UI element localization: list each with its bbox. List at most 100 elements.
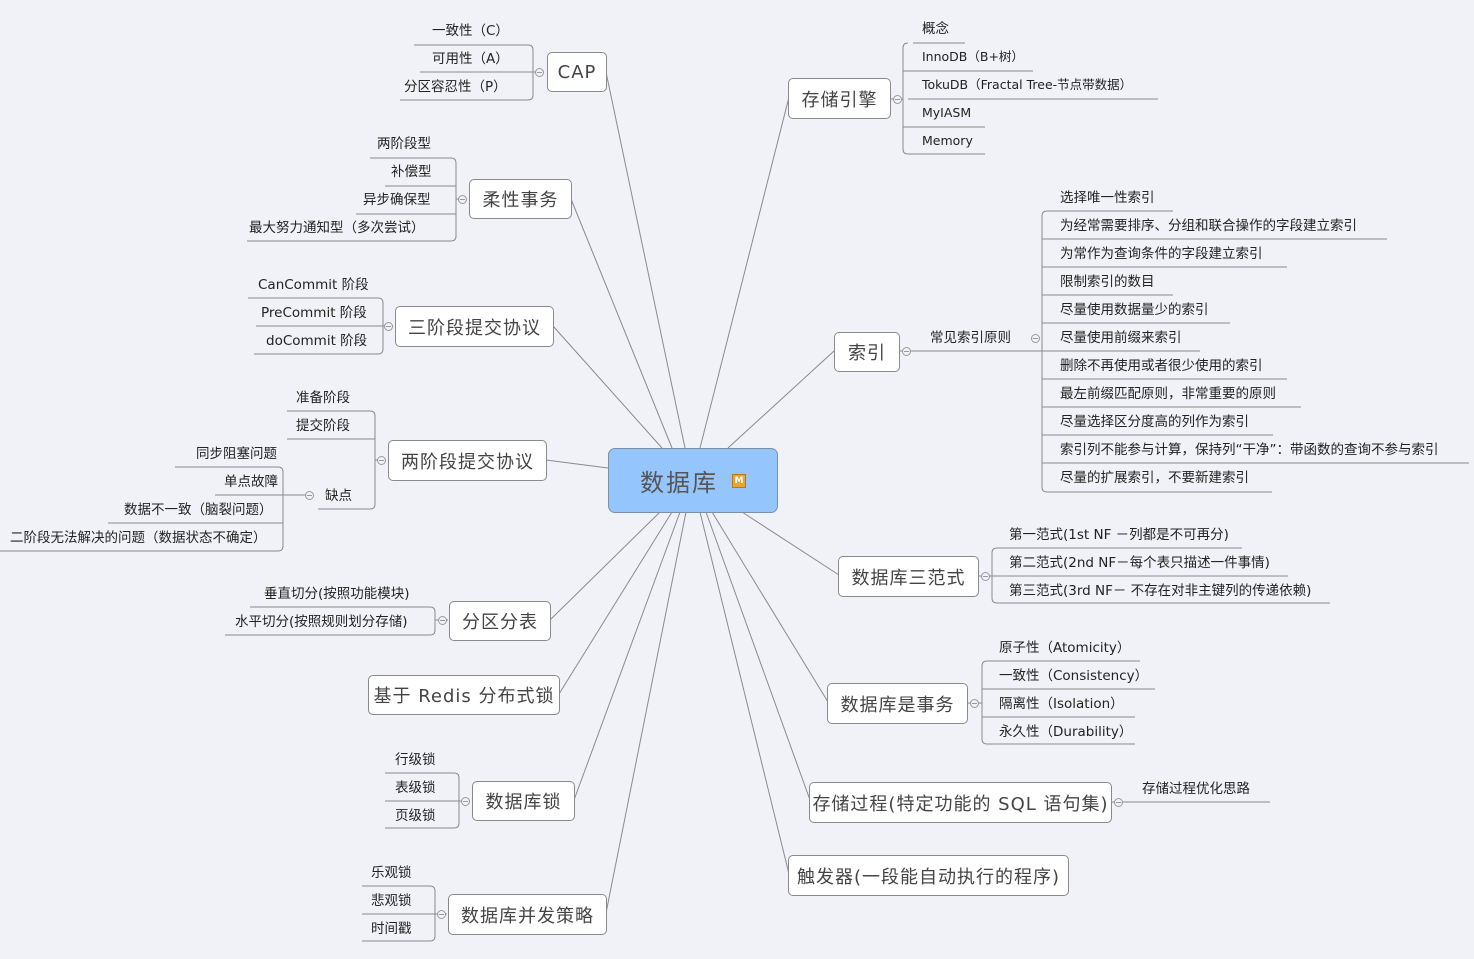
- leaf-item[interactable]: MyIASM: [922, 103, 971, 123]
- collapse-toggle-icon[interactable]: [305, 491, 314, 500]
- topic-db-transaction[interactable]: 数据库是事务: [827, 683, 968, 724]
- topic-trigger[interactable]: 触发器(一段能自动执行的程序): [788, 855, 1069, 896]
- topic-label: CAP: [557, 61, 597, 83]
- leaf-item[interactable]: 一致性（C）: [432, 21, 509, 41]
- leaf-item[interactable]: 时间戳: [371, 919, 412, 939]
- collapse-toggle-icon[interactable]: [981, 572, 990, 581]
- leaf-item[interactable]: 最左前缀匹配原则，非常重要的原则: [1060, 384, 1276, 404]
- leaf-item[interactable]: 可用性（A）: [432, 49, 509, 69]
- topic-redis-lock[interactable]: 基于 Redis 分布式锁: [368, 675, 560, 715]
- leaf-item[interactable]: TokuDB（Fractal Tree-节点带数据）: [922, 75, 1132, 95]
- connector: [605, 511, 687, 914]
- topic-two-phase-commit[interactable]: 两阶段提交协议: [388, 440, 547, 481]
- leaf-item[interactable]: 永久性（Durability）: [999, 722, 1132, 742]
- leaf-item[interactable]: 准备阶段: [296, 388, 350, 408]
- collapse-toggle-icon[interactable]: [384, 322, 393, 331]
- leaf-item[interactable]: InnoDB（B+树）: [922, 47, 1024, 67]
- leaf-item[interactable]: 第一范式(1st NF －列都是不可再分): [1009, 525, 1229, 545]
- leaf-item[interactable]: 第三范式(3rd NF－ 不存在对非主键列的传递依赖): [1009, 581, 1311, 601]
- leaf-item[interactable]: 尽量的扩展索引，不要新建索引: [1060, 468, 1249, 488]
- connector: [705, 511, 811, 801]
- leaf-item[interactable]: 尽量选择区分度高的列作为索引: [1060, 412, 1249, 432]
- collapse-toggle-icon[interactable]: [437, 910, 446, 919]
- leaf-item[interactable]: 尽量使用前缀来索引: [1060, 328, 1182, 348]
- leaf-item[interactable]: 索引列不能参与计算，保持列“干净”：带函数的查询不参与索引: [1060, 440, 1439, 460]
- leaf-item[interactable]: Memory: [922, 131, 973, 151]
- leaf-item[interactable]: 为经常需要排序、分组和联合操作的字段建立索引: [1060, 216, 1357, 236]
- leaf-item[interactable]: 为常作为查询条件的字段建立索引: [1060, 244, 1263, 264]
- connector: [605, 71, 686, 449]
- topic-three-phase-commit[interactable]: 三阶段提交协议: [395, 306, 554, 347]
- topic-flexible-transaction[interactable]: 柔性事务: [469, 179, 572, 219]
- leaf-item[interactable]: 表级锁: [395, 778, 436, 798]
- topic-label: 存储过程(特定功能的 SQL 语句集): [812, 793, 1109, 815]
- collapse-toggle-icon[interactable]: [458, 195, 467, 204]
- leaf-item[interactable]: 一致性（Consistency）: [999, 666, 1148, 686]
- leaf-item[interactable]: doCommit 阶段: [266, 331, 367, 351]
- collapse-toggle-icon[interactable]: [377, 456, 386, 465]
- leaf-item[interactable]: 两阶段型: [377, 134, 431, 154]
- connector: [570, 198, 673, 449]
- topic-sharding[interactable]: 分区分表: [449, 601, 551, 641]
- topic-stored-procedure[interactable]: 存储过程(特定功能的 SQL 语句集): [809, 782, 1112, 823]
- leaf-item[interactable]: 提交阶段: [296, 416, 350, 436]
- leaf-item[interactable]: 数据不一致（脑裂问题）: [124, 500, 273, 520]
- leaf-item[interactable]: 存储过程优化思路: [1142, 779, 1250, 799]
- connector: [699, 96, 790, 449]
- collapse-toggle-icon[interactable]: [1114, 798, 1123, 807]
- leaf-item[interactable]: 隔离性（Isolation）: [999, 694, 1124, 714]
- topic-normal-forms[interactable]: 数据库三范式: [838, 556, 979, 597]
- topic-cap[interactable]: CAP: [547, 52, 607, 92]
- leaf-item[interactable]: 补偿型: [391, 162, 432, 182]
- collapse-toggle-icon[interactable]: [902, 347, 911, 356]
- leaf-item[interactable]: 删除不再使用或者很少使用的索引: [1060, 356, 1263, 376]
- collapse-toggle-icon[interactable]: [461, 797, 470, 806]
- leaf-item[interactable]: 分区容忍性（P）: [404, 77, 507, 97]
- leaf-item[interactable]: PreCommit 阶段: [261, 303, 367, 323]
- leaf-item[interactable]: 同步阻塞问题: [196, 444, 277, 464]
- topic-label: 数据库三范式: [851, 567, 966, 589]
- topic-label: 数据库锁: [485, 792, 562, 813]
- topic-label: 分区分表: [462, 612, 538, 633]
- leaf-item[interactable]: 页级锁: [395, 806, 436, 826]
- collapse-toggle-icon[interactable]: [535, 68, 544, 77]
- connector: [573, 511, 681, 801]
- marker-icon: M: [732, 473, 746, 488]
- subtopic-index-principles[interactable]: 常见索引原则: [930, 328, 1011, 348]
- connector: [699, 511, 790, 875]
- leaf-item[interactable]: 选择唯一性索引: [1060, 188, 1155, 208]
- leaf-item[interactable]: 水平切分(按照规则划分存储): [235, 612, 408, 632]
- topic-label: 基于 Redis 分布式锁: [373, 686, 555, 707]
- leaf-item[interactable]: 二阶段无法解决的问题（数据状态不确定）: [10, 528, 267, 548]
- topic-storage-engine[interactable]: 存储引擎: [788, 78, 891, 119]
- topic-label: 数据库并发策略: [461, 905, 594, 927]
- leaf-item[interactable]: 限制索引的数目: [1060, 272, 1155, 292]
- connector: [552, 325, 663, 449]
- leaf-item[interactable]: 行级锁: [395, 750, 436, 770]
- topic-index[interactable]: 索引: [834, 332, 900, 372]
- collapse-toggle-icon[interactable]: [1031, 334, 1040, 343]
- leaf-item[interactable]: 单点故障: [224, 472, 278, 492]
- root-topic[interactable]: 数据库 M: [608, 448, 778, 513]
- root-label: 数据库: [640, 469, 718, 497]
- leaf-item[interactable]: CanCommit 阶段: [258, 275, 369, 295]
- topic-concurrency-strategy[interactable]: 数据库并发策略: [448, 894, 607, 935]
- leaf-item[interactable]: 异步确保型: [363, 190, 431, 210]
- collapse-toggle-icon[interactable]: [893, 95, 902, 104]
- leaf-item[interactable]: 原子性（Atomicity）: [999, 638, 1130, 658]
- collapse-toggle-icon[interactable]: [438, 616, 447, 625]
- leaf-item[interactable]: 最大努力通知型（多次尝试）: [249, 218, 425, 238]
- leaf-item[interactable]: 概念: [922, 19, 949, 39]
- leaf-item[interactable]: 第二范式(2nd NF－每个表只描述一件事情): [1009, 553, 1270, 573]
- leaf-item[interactable]: 垂直切分(按照功能模块): [264, 584, 410, 604]
- connector: [549, 511, 661, 621]
- topic-label: 三阶段提交协议: [408, 317, 541, 339]
- leaf-item[interactable]: 乐观锁: [371, 863, 412, 883]
- subtopic-drawbacks[interactable]: 缺点: [325, 486, 352, 506]
- leaf-item[interactable]: 悲观锁: [371, 891, 412, 911]
- topic-db-lock[interactable]: 数据库锁: [472, 781, 575, 821]
- topic-label: 数据库是事务: [840, 694, 955, 716]
- collapse-toggle-icon[interactable]: [970, 699, 979, 708]
- leaf-item[interactable]: 尽量使用数据量少的索引: [1060, 300, 1209, 320]
- topic-label: 两阶段提交协议: [401, 451, 534, 473]
